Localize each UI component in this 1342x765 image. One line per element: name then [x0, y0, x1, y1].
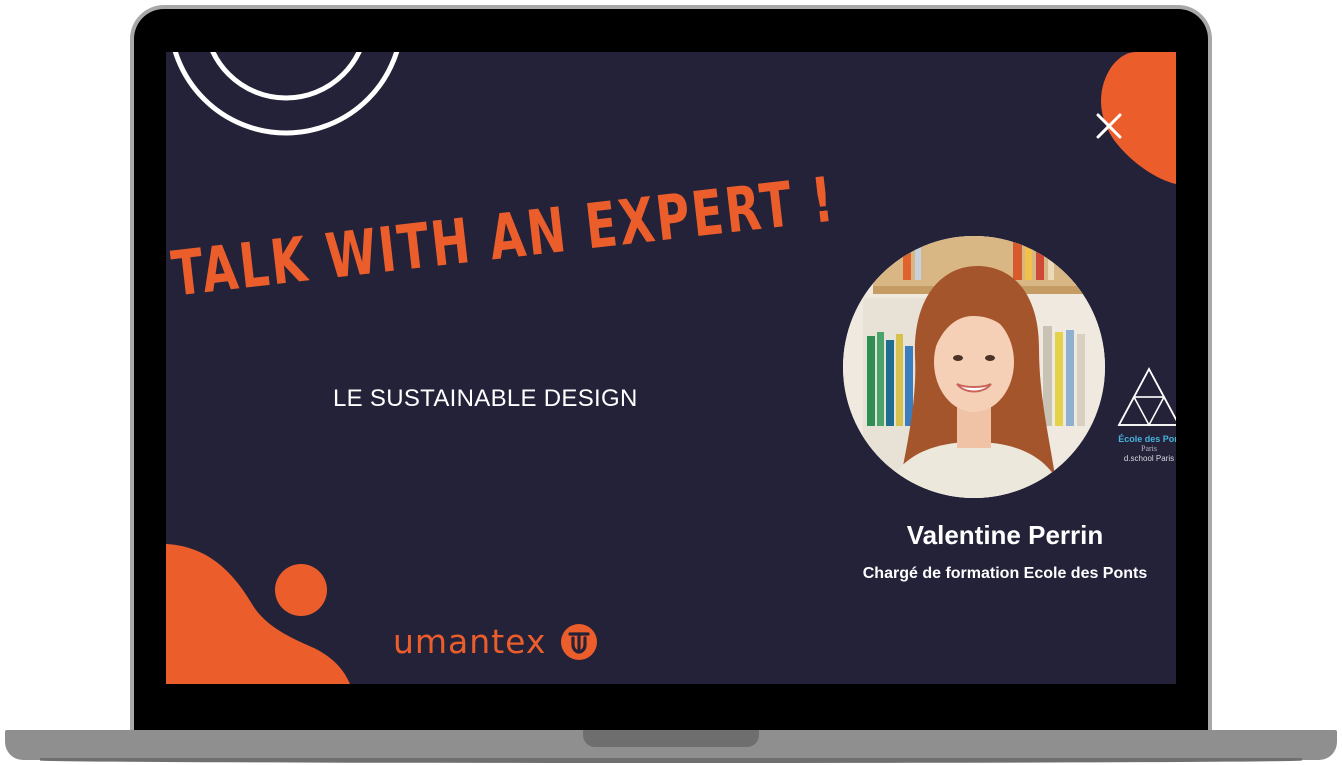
- triangle-logo-icon: [1117, 367, 1176, 427]
- school-logo: École des Pon Paris d.school Paris: [1114, 367, 1176, 463]
- brand-lockup: umantex: [393, 622, 598, 661]
- expert-portrait-image: [843, 236, 1105, 498]
- concentric-circles-decoration: [172, 52, 400, 136]
- school-name: École des Pon: [1118, 434, 1176, 444]
- close-icon[interactable]: [1094, 111, 1124, 141]
- laptop-base-shadow: [40, 758, 1302, 763]
- orange-blob-top-right: [1101, 52, 1176, 184]
- laptop-notch: [583, 730, 759, 747]
- school-city: Paris: [1141, 444, 1157, 453]
- expert-name: Valentine Perrin: [906, 520, 1104, 550]
- school-subtitle: d.school Paris: [1123, 454, 1175, 463]
- umantex-logo-icon: [561, 623, 598, 660]
- orange-blob-bottom-left: [166, 544, 350, 684]
- brand-name: umantex: [393, 622, 547, 661]
- slide-screen: TALK WITH AN EXPERT ! LE SUSTAINABLE DES…: [166, 52, 1176, 684]
- slide-headline: TALK WITH AN EXPERT !: [168, 162, 839, 311]
- expert-role: Chargé de formation Ecole des Ponts: [862, 565, 1148, 582]
- expert-photo: [843, 236, 1105, 498]
- slide-subtitle: LE SUSTAINABLE DESIGN: [333, 385, 638, 412]
